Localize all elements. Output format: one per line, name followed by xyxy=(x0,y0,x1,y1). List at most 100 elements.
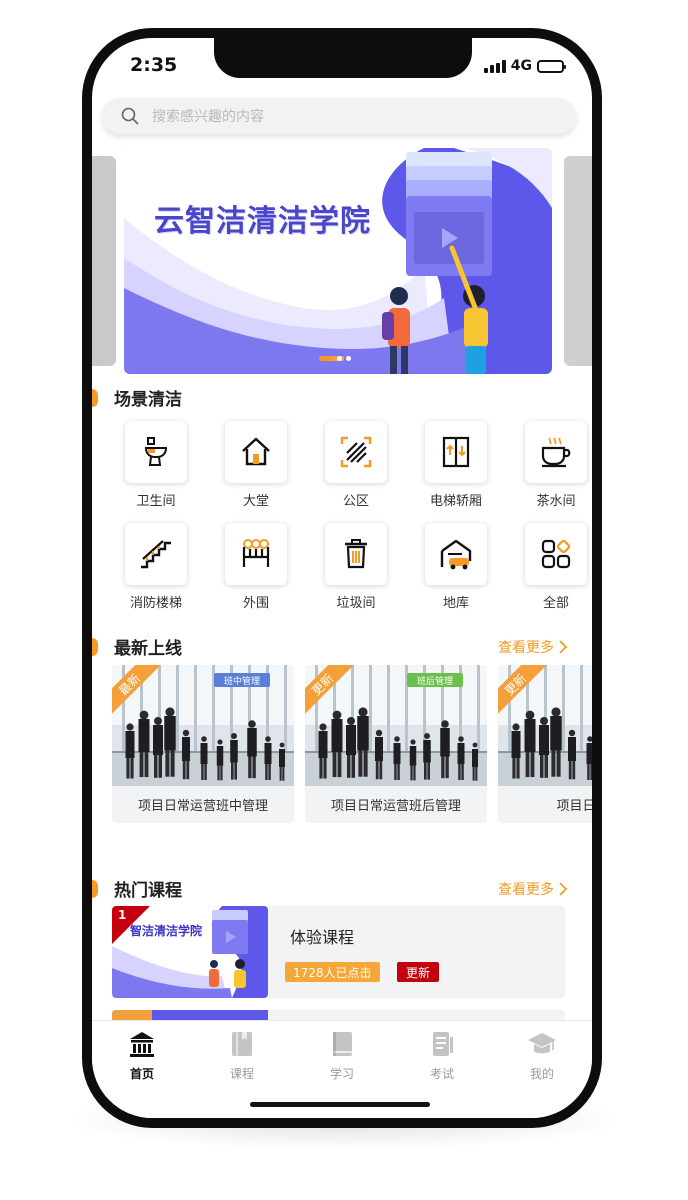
status-indicators: 4G xyxy=(483,58,566,74)
section-title: 最新上线 xyxy=(114,639,182,659)
course-title: 项目日常运营班中管理 xyxy=(137,799,268,814)
course-title: 体验课程 xyxy=(290,928,355,947)
banner-next-slide[interactable] xyxy=(564,156,592,366)
category-label: 茶水间 xyxy=(536,494,576,509)
see-more-label: 查看更多 xyxy=(498,881,554,898)
status-time: 2:35 xyxy=(130,54,178,76)
area-icon xyxy=(325,421,387,483)
category-item[interactable]: 地库 xyxy=(406,523,506,611)
banner-prev-slide[interactable] xyxy=(92,156,116,366)
section-marker xyxy=(92,388,98,407)
carousel-dot[interactable] xyxy=(346,356,351,361)
stairs-icon xyxy=(125,523,187,585)
category-label: 电梯轿厢 xyxy=(429,494,482,509)
scene-section-header: 场景清洁 xyxy=(92,385,592,410)
click-count-badge: 1728人已点击 xyxy=(285,962,380,982)
category-label: 全部 xyxy=(542,596,569,611)
category-label: 公区 xyxy=(342,494,369,509)
tab-label: 学习 xyxy=(329,1067,354,1081)
category-item[interactable]: 电梯轿厢 xyxy=(406,421,506,509)
category-item[interactable]: 全部 xyxy=(506,523,592,611)
phone-frame: 2:35 4G 搜索感兴趣的内容 云智洁清洁学院 场景清洁 卫生间 大堂 公区 … xyxy=(82,28,602,1128)
thumbnail-title: 智洁清洁学院 xyxy=(130,924,203,938)
app-screen: 2:35 4G 搜索感兴趣的内容 云智洁清洁学院 场景清洁 卫生间 大堂 公区 … xyxy=(92,38,592,1118)
update-badge: 更新 xyxy=(397,962,440,982)
house-icon xyxy=(225,421,287,483)
notebook-icon xyxy=(327,1029,357,1059)
category-label: 外围 xyxy=(242,596,269,611)
carousel-dot[interactable] xyxy=(319,356,333,361)
banner-illustration xyxy=(124,148,552,374)
section-marker xyxy=(92,879,98,898)
category-item[interactable]: 垃圾间 xyxy=(306,523,406,611)
carousel-dot[interactable] xyxy=(337,356,342,361)
banner-title: 云智洁清洁学院 xyxy=(154,204,371,239)
tab-bank[interactable]: 首页 xyxy=(92,1021,192,1118)
course-title: 项目日常运 xyxy=(556,799,592,814)
battery-icon xyxy=(537,59,566,73)
category-item[interactable]: 大堂 xyxy=(206,421,306,509)
category-item[interactable]: 外围 xyxy=(206,523,306,611)
teacup-icon xyxy=(525,421,587,483)
course-thumbnail: 更新 xyxy=(498,665,592,786)
course-card[interactable]: 更新项目日常运 xyxy=(498,665,592,823)
section-title: 场景清洁 xyxy=(114,390,182,410)
rank-number: 1 xyxy=(118,908,127,922)
home-indicator[interactable] xyxy=(250,1102,430,1107)
category-label: 卫生间 xyxy=(136,494,176,509)
hot-course-card[interactable]: 1 智洁清洁学院 体验课程 1728人已点击 更新 xyxy=(112,906,565,998)
tab-label: 课程 xyxy=(229,1067,254,1081)
latest-section-header: 最新上线 查看更多 xyxy=(92,634,592,659)
search-bar[interactable]: 搜索感兴趣的内容 xyxy=(102,98,576,134)
elevator-icon xyxy=(425,421,487,483)
category-label: 地库 xyxy=(442,596,469,611)
tab-label: 考试 xyxy=(429,1067,454,1081)
network-type: 4G xyxy=(510,58,532,74)
course-card[interactable]: 最新 班中管理项目日常运营班中管理 xyxy=(112,665,294,823)
course-thumbnail: 更新 班后管理 xyxy=(305,665,487,786)
search-placeholder: 搜索感兴趣的内容 xyxy=(152,109,264,125)
grid-all-icon xyxy=(525,523,587,585)
category-item[interactable]: 茶水间 xyxy=(506,421,592,509)
hot-section-header: 热门课程 查看更多 xyxy=(92,876,592,901)
device-mockup: 2:35 4G 搜索感兴趣的内容 云智洁清洁学院 场景清洁 卫生间 大堂 公区 … xyxy=(0,0,688,1200)
signal-icon xyxy=(483,59,506,73)
see-more-label: 查看更多 xyxy=(498,639,554,656)
exam-icon xyxy=(427,1029,457,1059)
course-tag: 班中管理 xyxy=(214,673,270,687)
section-title: 热门课程 xyxy=(114,881,182,901)
trash-icon xyxy=(325,523,387,585)
chevron-right-icon xyxy=(559,639,568,654)
notch xyxy=(214,38,472,78)
garage-icon xyxy=(425,523,487,585)
category-item[interactable]: 公区 xyxy=(306,421,406,509)
book-icon xyxy=(227,1029,257,1059)
tab-label: 我的 xyxy=(529,1067,554,1081)
hot-see-more-link[interactable]: 查看更多 xyxy=(498,879,568,899)
course-card[interactable]: 更新 班后管理项目日常运营班后管理 xyxy=(305,665,487,823)
toilet-icon xyxy=(125,421,187,483)
course-thumbnail: 1 智洁清洁学院 xyxy=(112,906,268,998)
banner-carousel[interactable]: 云智洁清洁学院 xyxy=(124,148,552,374)
carousel-indicator xyxy=(319,356,351,361)
course-title: 项目日常运营班后管理 xyxy=(330,799,461,814)
search-icon xyxy=(121,107,139,125)
category-item[interactable]: 消防楼梯 xyxy=(106,523,206,611)
category-item[interactable]: 卫生间 xyxy=(106,421,206,509)
course-tag: 班后管理 xyxy=(407,673,463,687)
graduation-cap-icon xyxy=(527,1029,557,1059)
course-thumbnail: 最新 班中管理 xyxy=(112,665,294,786)
chevron-right-icon xyxy=(559,881,568,896)
tab-graduation-cap[interactable]: 我的 xyxy=(492,1021,592,1118)
category-label: 消防楼梯 xyxy=(129,596,182,611)
latest-see-more-link[interactable]: 查看更多 xyxy=(498,637,568,657)
latest-course-carousel[interactable]: 最新班中管理项目日常运营班中管理更新班后管理项目日常运营班后管理更新项目日常运 xyxy=(112,665,592,825)
fence-icon xyxy=(225,523,287,585)
section-marker xyxy=(92,637,98,656)
tab-label: 首页 xyxy=(129,1067,154,1081)
category-grid: 卫生间 大堂 公区 电梯轿厢 茶水间消防楼梯 外围 垃圾间 地库 全部 xyxy=(106,421,587,611)
category-label: 大堂 xyxy=(242,494,269,509)
bank-icon xyxy=(127,1029,157,1059)
category-label: 垃圾间 xyxy=(336,596,376,611)
course-thumbnail-art xyxy=(112,906,268,998)
